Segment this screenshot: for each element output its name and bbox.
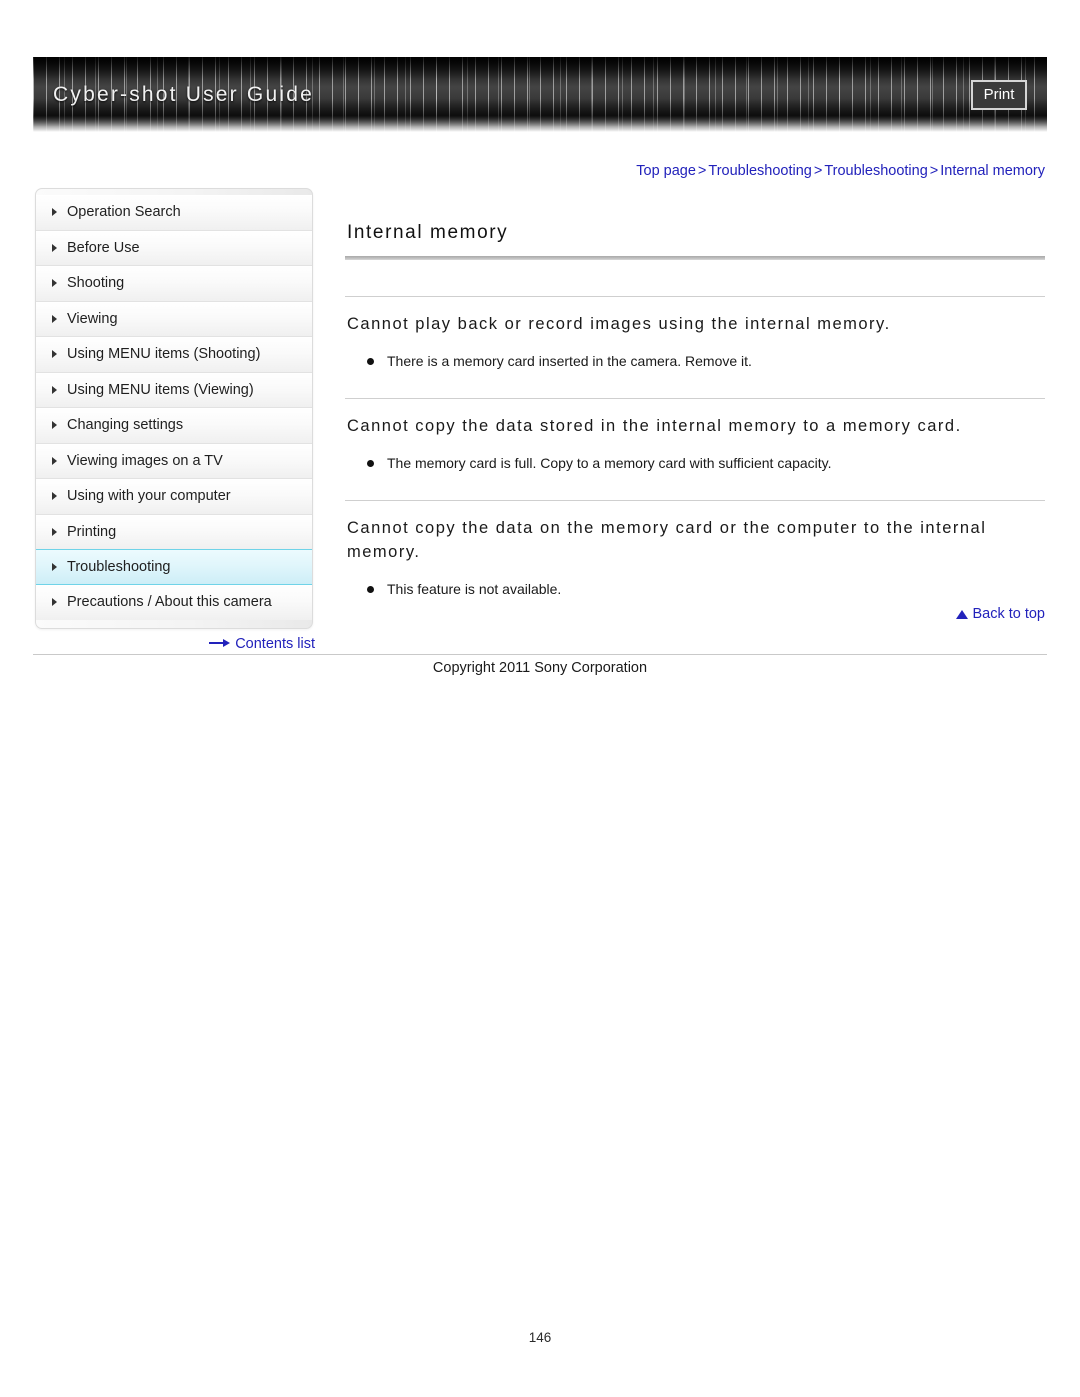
triangle-right-icon: [52, 279, 57, 288]
app-title: Cyber-shot User Guide: [53, 82, 314, 106]
contents-list-label: Contents list: [235, 636, 315, 653]
list-item: The memory card is full. Copy to a memor…: [367, 453, 1045, 474]
footer-divider: [33, 654, 1047, 655]
triangle-right-icon: [52, 421, 57, 430]
page-number: 146: [528, 1330, 552, 1345]
breadcrumb-item-internal-memory[interactable]: Internal memory: [940, 163, 1045, 179]
section-bullet-list: This feature is not available.: [345, 565, 1045, 600]
section-heading: Cannot copy the data stored in the inter…: [347, 416, 962, 435]
sidebar-item-operation-search[interactable]: Operation Search: [36, 195, 312, 231]
triangle-right-icon: [52, 527, 57, 536]
breadcrumb-separator: >: [697, 163, 707, 179]
sidebar-item-before-use[interactable]: Before Use: [36, 230, 312, 266]
arrow-right-icon: [209, 636, 231, 652]
sidebar-item-using-with-your-computer[interactable]: Using with your computer: [36, 479, 312, 515]
sidebar-item-label: Printing: [67, 523, 117, 540]
page-title: Internal memory: [347, 222, 509, 243]
sidebar-item-troubleshooting[interactable]: Troubleshooting: [36, 549, 312, 585]
back-to-top-link[interactable]: Back to top: [345, 606, 1045, 622]
triangle-right-icon: [52, 314, 57, 323]
sidebar-item-label: Precautions / About this camera: [67, 594, 272, 611]
triangle-right-icon: [52, 385, 57, 394]
sidebar-item-printing[interactable]: Printing: [36, 514, 312, 550]
triangle-up-icon: [956, 610, 969, 619]
list-item: This feature is not available.: [367, 579, 1045, 600]
back-to-top-label: Back to top: [972, 606, 1045, 622]
section-cannot-play-back: Cannot play back or record images using …: [345, 296, 1045, 398]
sidebar-item-shooting[interactable]: Shooting: [36, 266, 312, 302]
section-bullet-list: There is a memory card inserted in the c…: [345, 337, 1045, 372]
sidebar-item-label: Viewing: [67, 310, 118, 327]
header-banner: Cyber-shot User Guide Print: [33, 57, 1047, 132]
sidebar-item-precautions-about-this-camera[interactable]: Precautions / About this camera: [36, 584, 312, 620]
main-content: Internal memory Cannot play back or reco…: [345, 222, 1045, 600]
triangle-right-icon: [52, 456, 57, 465]
breadcrumb-item-troubleshooting-sub[interactable]: Troubleshooting: [824, 163, 927, 179]
breadcrumb-separator: >: [929, 163, 939, 179]
breadcrumb-item-top-page[interactable]: Top page: [636, 163, 696, 179]
print-button[interactable]: Print: [971, 79, 1027, 110]
sidebar-item-label: Troubleshooting: [67, 558, 171, 575]
section-heading: Cannot play back or record images using …: [347, 315, 891, 333]
triangle-right-icon: [52, 243, 57, 252]
section-cannot-copy-to-memory-card: Cannot copy the data stored in the inter…: [345, 397, 1045, 500]
triangle-right-icon: [52, 492, 57, 501]
sidebar-item-label: Using MENU items (Shooting): [67, 346, 261, 363]
triangle-right-icon: [52, 598, 57, 607]
breadcrumb-item-troubleshooting[interactable]: Troubleshooting: [708, 163, 811, 179]
section-bullet-list: The memory card is full. Copy to a memor…: [345, 439, 1045, 474]
breadcrumb-separator: >: [813, 163, 823, 179]
sidebar-item-label: Before Use: [67, 239, 140, 256]
triangle-right-icon: [52, 350, 57, 359]
sidebar-item-label: Viewing images on a TV: [67, 452, 223, 469]
page-root: Cyber-shot User Guide Print Top page > Tro…: [0, 0, 1080, 1397]
triangle-right-icon: [52, 562, 57, 571]
copyright-text: Copyright 2011 Sony Corporation: [432, 660, 648, 676]
sidebar-item-label: Using MENU items (Viewing): [67, 381, 254, 398]
sidebar-item-label: Changing settings: [67, 417, 184, 434]
triangle-right-icon: [52, 208, 57, 217]
sidebar-nav: Operation Search Before Use Shooting Vie…: [35, 188, 313, 629]
sidebar-item-viewing[interactable]: Viewing: [36, 301, 312, 337]
contents-list-link[interactable]: Contents list: [35, 636, 315, 652]
sidebar-item-using-menu-items-shooting[interactable]: Using MENU items (Shooting): [36, 337, 312, 373]
sidebar-item-label: Using with your computer: [67, 488, 231, 505]
list-item: There is a memory card inserted in the c…: [367, 351, 1045, 372]
print-button-label: Print: [983, 86, 1015, 103]
sidebar-item-label: Operation Search: [67, 204, 181, 221]
section-cannot-copy-to-internal-memory: Cannot copy the data on the memory card …: [345, 499, 1045, 600]
sidebar-item-viewing-images-on-a-tv[interactable]: Viewing images on a TV: [36, 443, 312, 479]
sidebar-item-label: Shooting: [67, 275, 125, 292]
sidebar-item-changing-settings[interactable]: Changing settings: [36, 408, 312, 444]
sidebar-item-using-menu-items-viewing[interactable]: Using MENU items (Viewing): [36, 372, 312, 408]
breadcrumb: Top page > Troubleshooting > Troubleshooting…: [345, 163, 1045, 179]
section-heading: Cannot copy the data on the memory card …: [347, 518, 987, 561]
